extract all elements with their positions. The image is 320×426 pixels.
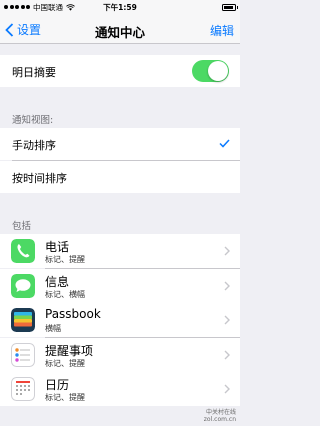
watermark-logo: 中关村在线 zol.com.cn: [204, 409, 236, 423]
phone-icon: [11, 239, 35, 263]
app-name: Passbook: [45, 307, 101, 321]
include-section-header: 包括: [12, 221, 32, 232]
summary-toggle[interactable]: [192, 60, 229, 82]
app-row-messages[interactable]: 信息 标记、横幅: [0, 268, 240, 303]
reminders-icon: [11, 342, 35, 367]
back-button[interactable]: 设置: [5, 21, 41, 38]
back-label: 设置: [17, 23, 42, 37]
chevron-right-icon: [224, 281, 230, 290]
option-label: 手动排序: [12, 139, 56, 152]
edit-button[interactable]: 编辑: [210, 22, 234, 39]
app-detail: 标记、提醒: [45, 358, 85, 368]
watermark-line2: zol.com.cn: [203, 416, 236, 423]
app-detail: 标记、提醒: [45, 255, 85, 264]
summary-label: 明日摘要: [12, 66, 56, 79]
option-label: 按时间排序: [12, 171, 67, 185]
chevron-right-icon: [224, 315, 230, 325]
chevron-right-icon: [224, 246, 230, 256]
app-row-phone[interactable]: 电话 标记、提醒: [0, 234, 240, 268]
messages-icon: [11, 273, 35, 298]
view-section-header: 通知视图:: [12, 115, 54, 126]
app-name: 信息: [45, 274, 70, 289]
chevron-right-icon: [224, 384, 230, 394]
checkmark-icon: [219, 139, 230, 148]
chevron-left-icon: [5, 22, 14, 37]
battery-level: [224, 5, 233, 9]
app-name: 电话: [45, 240, 70, 254]
option-time-sort[interactable]: 按时间排序: [0, 160, 240, 193]
status-bar: 中国联通 下午1:59: [0, 0, 240, 14]
battery-icon: [222, 3, 238, 11]
app-name: 日历: [45, 378, 70, 392]
toggle-knob: [208, 61, 228, 81]
app-row-passbook[interactable]: Passbook 横幅: [0, 303, 240, 337]
app-detail: 横幅: [45, 324, 61, 333]
app-row-reminders[interactable]: 提醒事项 标记、提醒: [0, 337, 240, 372]
app-row-calendar[interactable]: 日历 标记、提醒: [0, 372, 240, 406]
passbook-icon: [11, 308, 35, 332]
app-detail: 标记、提醒: [45, 393, 85, 402]
watermark-line1: 中关村在线: [205, 409, 236, 416]
calendar-icon: [11, 377, 35, 401]
status-time: 下午1:59: [103, 2, 137, 12]
navigation-bar: 设置 通知中心 编辑: [0, 14, 240, 44]
app-detail: 标记、横幅: [45, 289, 85, 299]
app-name: 提醒事项: [45, 343, 94, 358]
chevron-right-icon: [224, 350, 230, 359]
option-manual-sort[interactable]: 手动排序: [0, 128, 240, 160]
